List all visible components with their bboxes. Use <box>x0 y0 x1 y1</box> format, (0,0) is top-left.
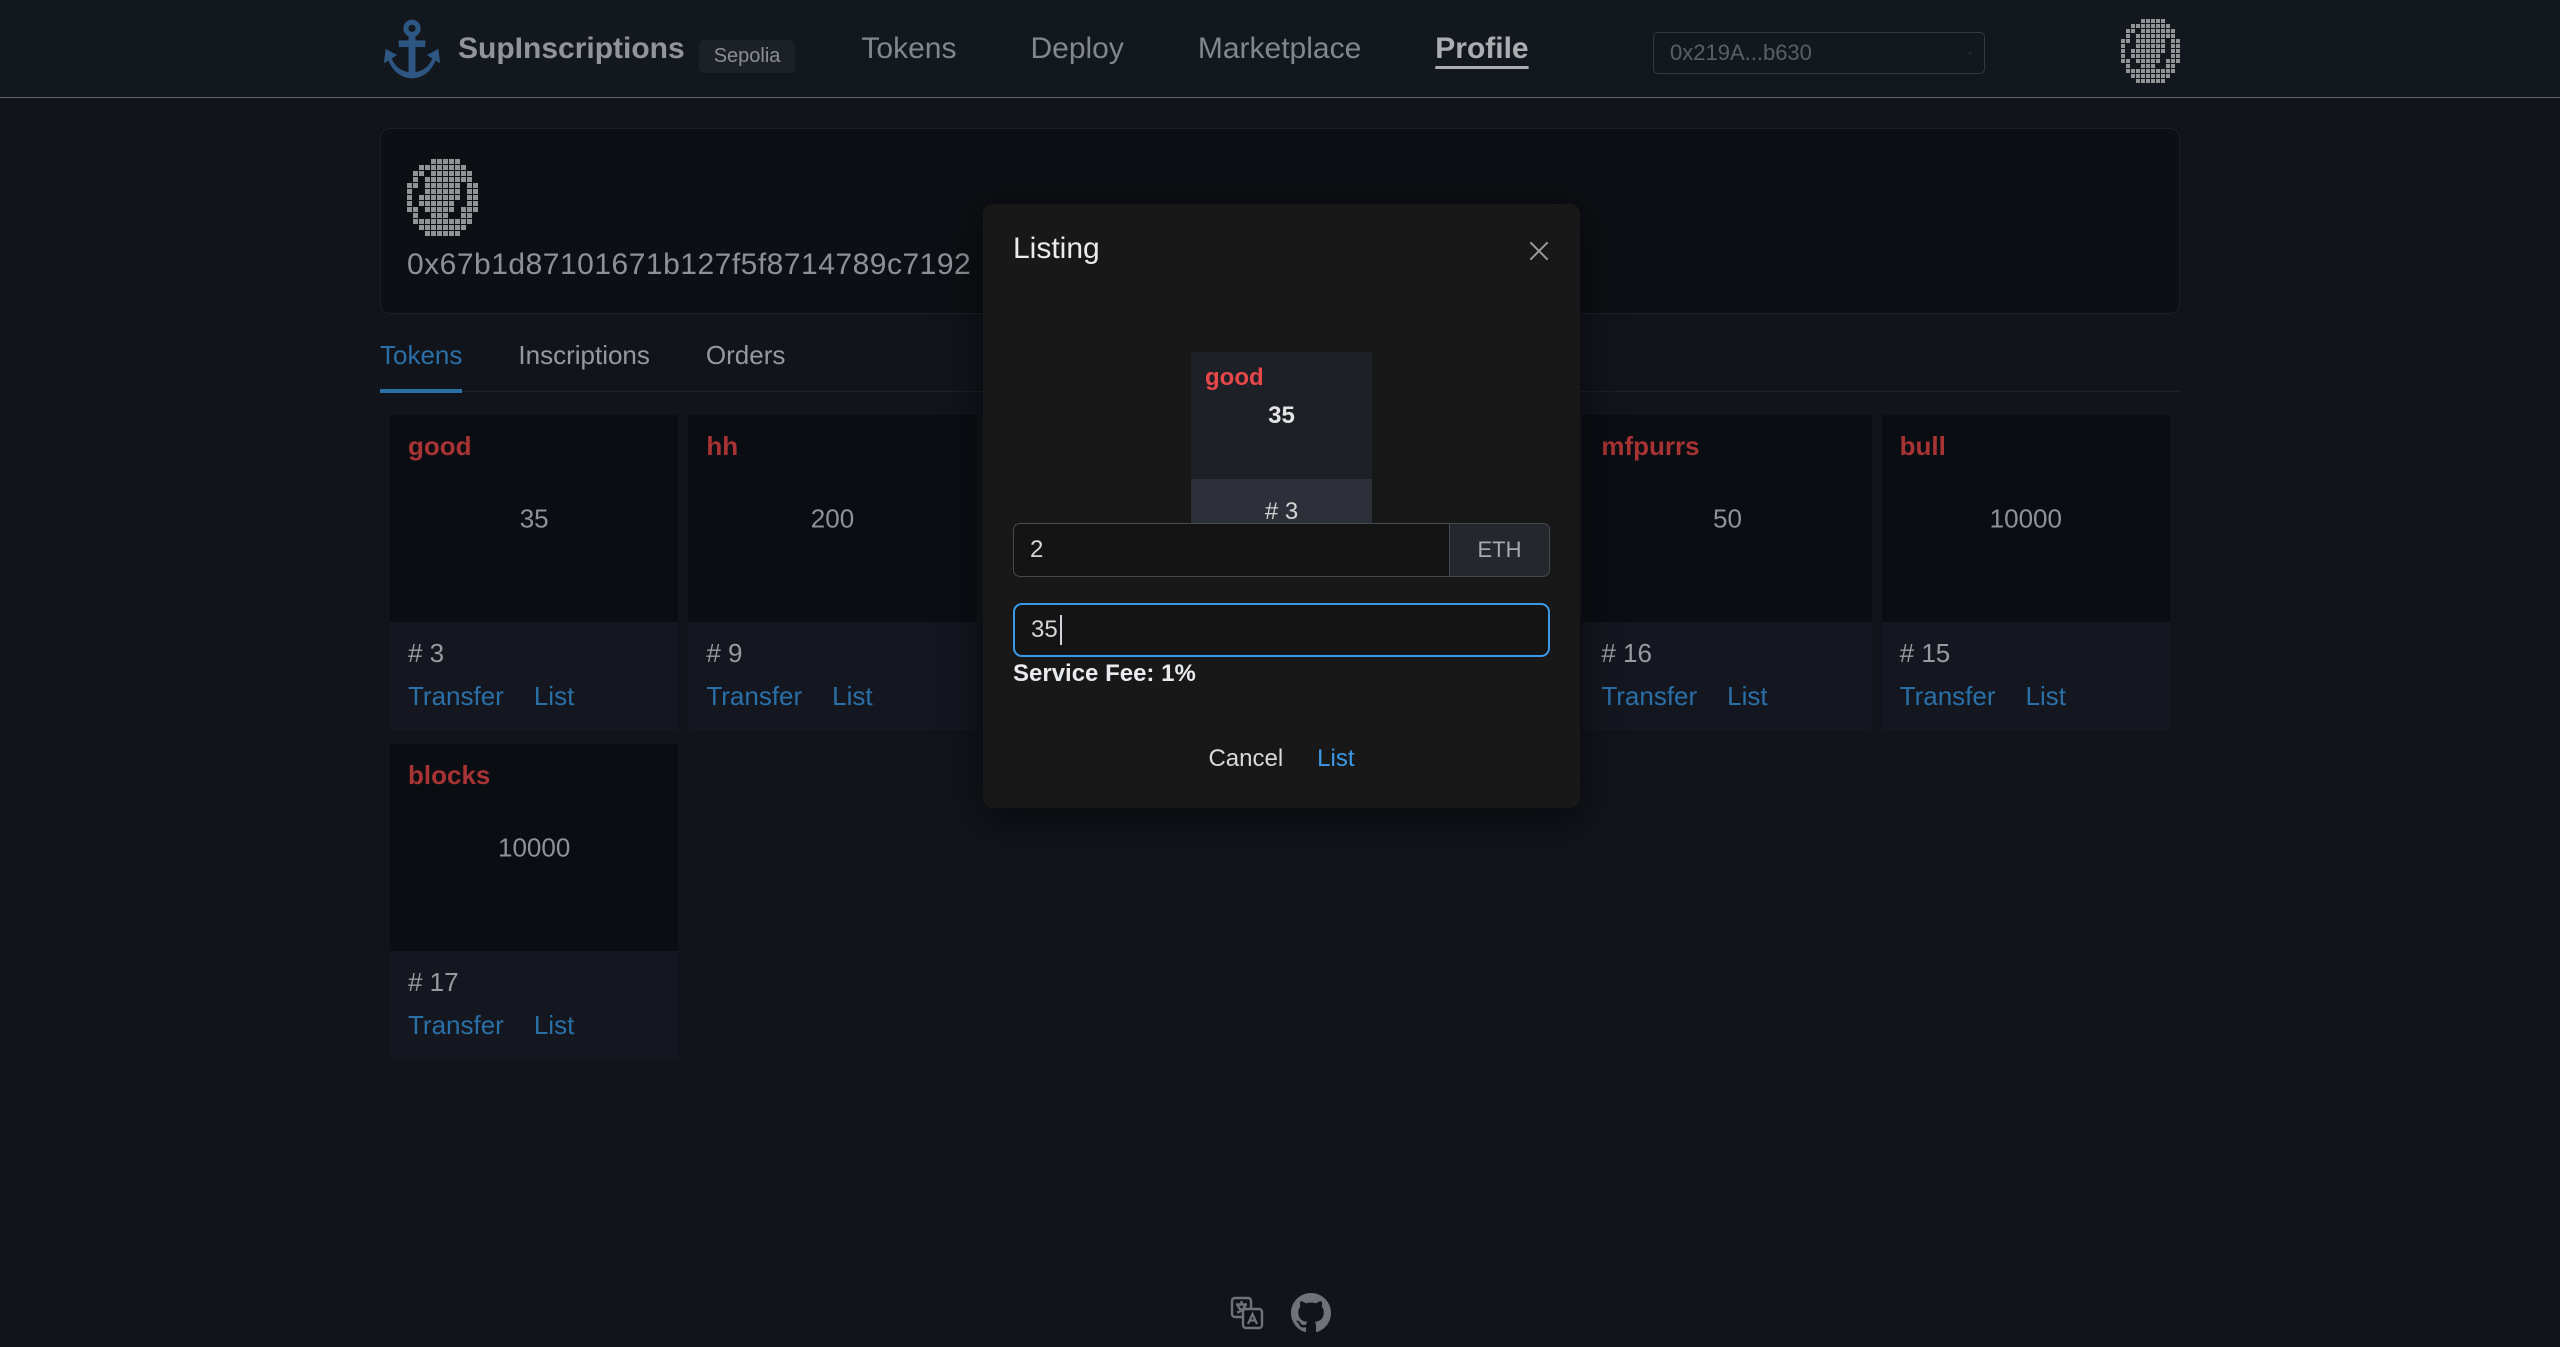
amount-input[interactable]: 35 <box>1013 603 1550 657</box>
text-caret <box>1060 615 1062 645</box>
amount-value: 35 <box>1031 616 1058 644</box>
close-icon[interactable] <box>1526 238 1552 264</box>
service-fee-label: Service Fee: 1% <box>1013 660 1196 688</box>
modal-actions: Cancel List <box>983 745 1580 773</box>
eth-unit-addon: ETH <box>1450 523 1550 577</box>
preview-token-supply: 35 <box>1268 402 1295 430</box>
preview-token-name: good <box>1205 364 1358 392</box>
token-preview-card: good 35 # 3 <box>1191 352 1372 545</box>
list-button[interactable]: List <box>1317 745 1354 773</box>
price-input[interactable] <box>1013 523 1450 577</box>
price-field: ETH <box>1013 523 1550 577</box>
cancel-button[interactable]: Cancel <box>1208 745 1283 773</box>
page: SupInscriptions Sepolia Tokens Deploy Ma… <box>0 0 2560 1347</box>
listing-modal: Listing good 35 # 3 ETH 35 Service Fee: … <box>983 204 1580 808</box>
modal-title: Listing <box>1013 232 1100 266</box>
